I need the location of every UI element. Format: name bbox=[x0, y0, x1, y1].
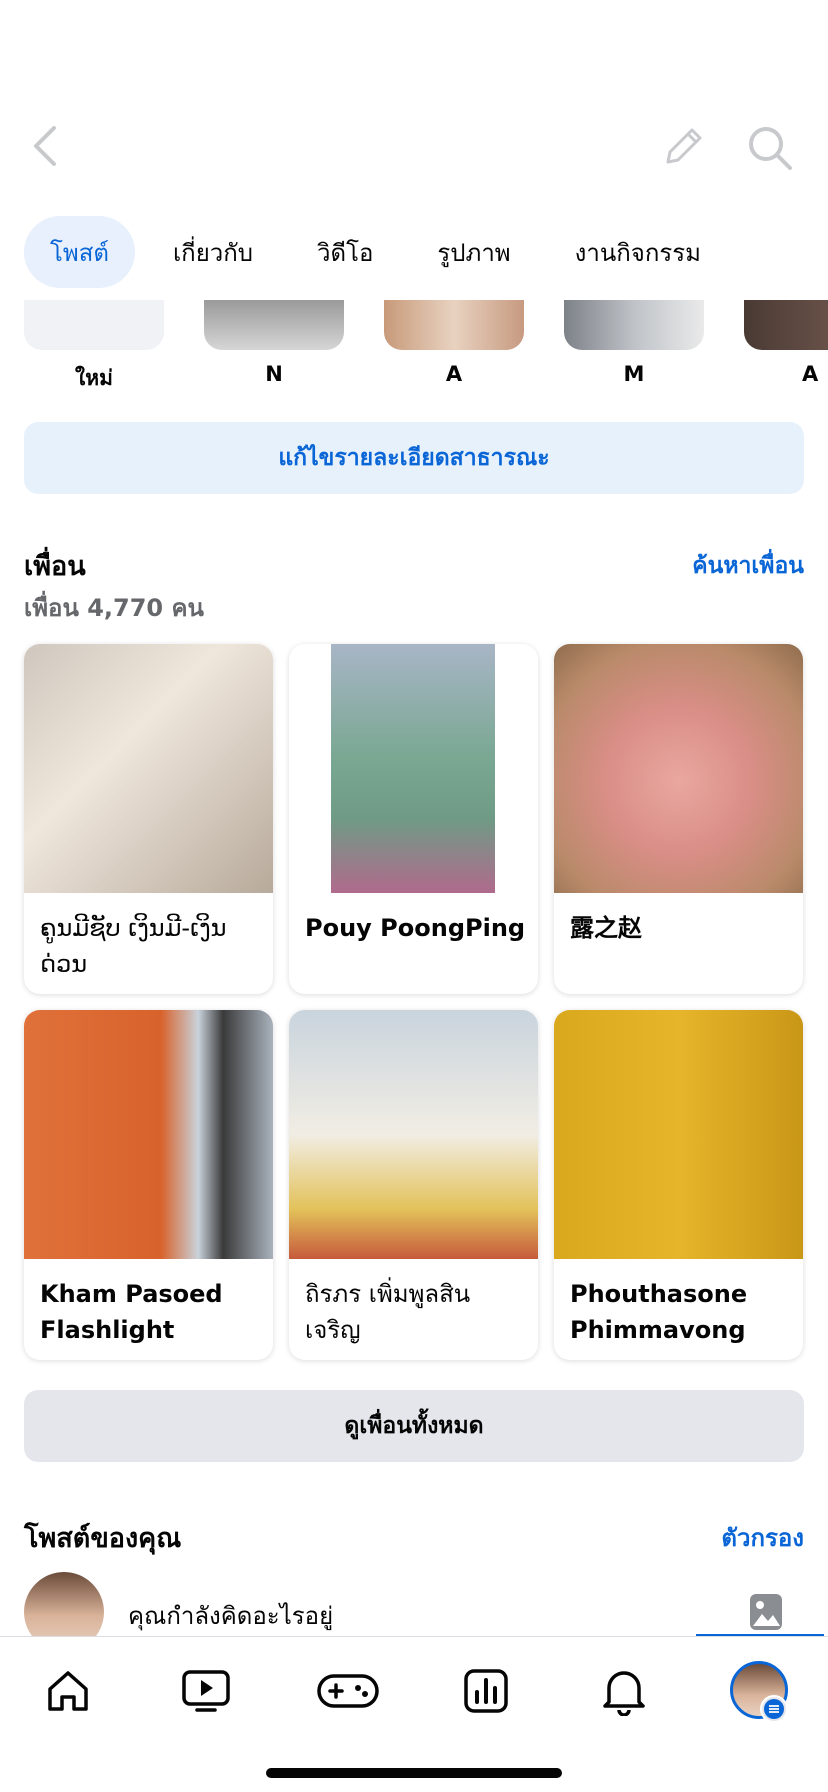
friend-name: Kham Pasoed Flashlight bbox=[40, 1280, 223, 1344]
friend-photo bbox=[24, 644, 273, 893]
friend-photo bbox=[289, 1010, 538, 1259]
story-thumb[interactable] bbox=[384, 300, 524, 350]
home-indicator bbox=[266, 1768, 562, 1778]
tab-videos[interactable]: วิดีโอ bbox=[291, 216, 399, 288]
gaming-icon[interactable] bbox=[316, 1663, 380, 1719]
profile-menu-icon[interactable] bbox=[760, 1695, 788, 1723]
friend-photo bbox=[554, 1010, 803, 1259]
photo-icon[interactable] bbox=[748, 1592, 784, 1632]
friend-card[interactable]: 露之赵 bbox=[554, 644, 803, 994]
find-friends-link[interactable]: ค้นหาเพื่อน bbox=[692, 548, 804, 584]
friends-heading: เพื่อน bbox=[24, 551, 86, 582]
story-label: A bbox=[445, 362, 463, 386]
tab-about[interactable]: เกี่ยวกับ bbox=[147, 216, 279, 288]
friends-count: เพื่อน 4,770 คน bbox=[24, 594, 204, 622]
pencil-icon[interactable] bbox=[660, 124, 706, 170]
top-bar bbox=[0, 0, 828, 210]
home-icon[interactable] bbox=[40, 1663, 96, 1719]
story-label: M bbox=[623, 362, 645, 386]
dashboard-icon[interactable] bbox=[458, 1663, 514, 1719]
story-thumb[interactable] bbox=[204, 300, 344, 350]
friend-name: ຄູນມີຊັບ ເງິນມີ-ເງິນ ດ່ວນ bbox=[40, 914, 227, 978]
tab-events[interactable]: งานกิจกรรม bbox=[549, 216, 727, 288]
friend-photo bbox=[289, 644, 538, 893]
tab-posts[interactable]: โพสต์ bbox=[24, 216, 135, 288]
see-all-friends-button[interactable]: ดูเพื่อนทั้งหมด bbox=[24, 1390, 804, 1462]
friend-card[interactable]: ຄູນມີຊັບ ເງິນມີ-ເງິນ ດ່ວນ bbox=[24, 644, 273, 994]
friend-name: 露之赵 bbox=[570, 914, 642, 942]
friend-card[interactable]: Pouy PoongPing bbox=[289, 644, 538, 994]
edit-public-details-button[interactable]: แก้ไขรายละเอียดสาธารณะ bbox=[24, 422, 804, 494]
profile-tabs: โพสต์ เกี่ยวกับ วิดีโอ รูปภาพ งานกิจกรรม bbox=[24, 216, 739, 288]
friend-photo bbox=[24, 1010, 273, 1259]
friend-name: Pouy PoongPing bbox=[305, 914, 526, 942]
story-label: A bbox=[802, 362, 819, 386]
friend-name: Phouthasone Phimmavong bbox=[570, 1280, 748, 1344]
posts-heading: โพสต์ของคุณ bbox=[24, 1523, 182, 1554]
story-thumb[interactable] bbox=[564, 300, 704, 350]
story-label: N bbox=[265, 362, 283, 386]
friend-name: ถิรภร เพิ่มพูลสิน เจริญ bbox=[305, 1280, 471, 1344]
story-label: ใหม่ bbox=[75, 366, 113, 390]
bell-icon[interactable] bbox=[596, 1663, 652, 1719]
friend-card[interactable]: ถิรภร เพิ่มพูลสิน เจริญ bbox=[289, 1010, 538, 1360]
story-new-thumb[interactable] bbox=[24, 300, 164, 350]
chevron-left-icon[interactable] bbox=[26, 122, 70, 170]
video-icon[interactable] bbox=[178, 1663, 234, 1719]
filters-link[interactable]: ตัวกรอง bbox=[721, 1518, 804, 1557]
featured-strip: ใหม่ N A M A bbox=[0, 300, 828, 395]
tab-photos[interactable]: รูปภาพ bbox=[411, 216, 536, 288]
story-thumb[interactable] bbox=[744, 300, 828, 350]
search-icon[interactable] bbox=[744, 122, 796, 174]
friend-card[interactable]: Phouthasone Phimmavong bbox=[554, 1010, 803, 1360]
post-composer-input[interactable]: คุณกำลังคิดอะไรอยู่ bbox=[128, 1596, 333, 1635]
friend-card[interactable]: Kham Pasoed Flashlight bbox=[24, 1010, 273, 1360]
friend-photo bbox=[554, 644, 803, 893]
